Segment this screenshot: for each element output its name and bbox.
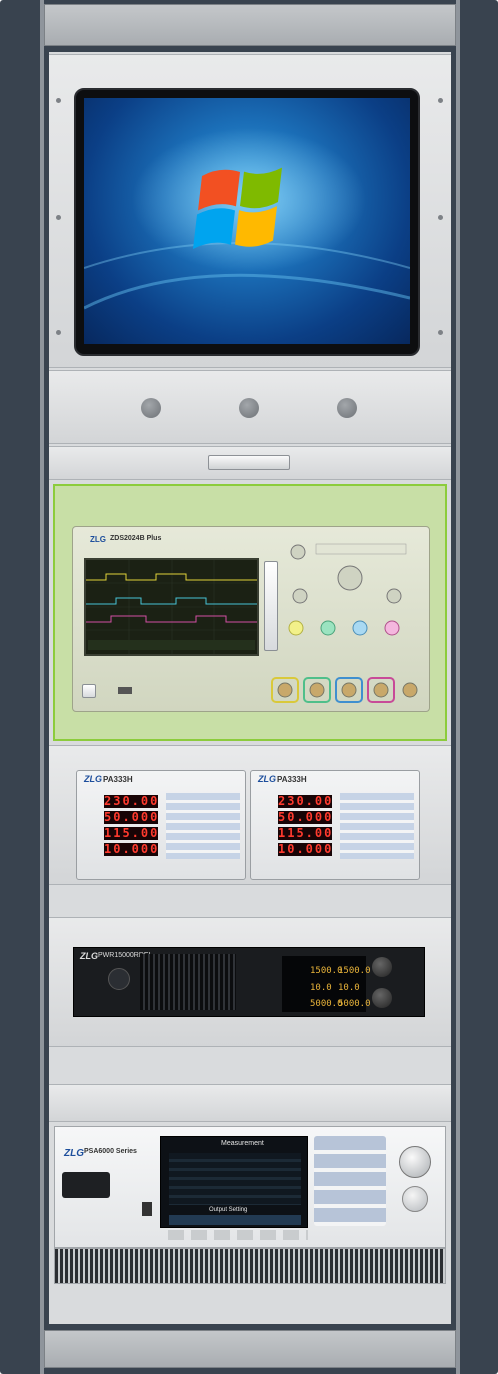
psa-screen-title: Measurement	[221, 1140, 264, 1147]
psa-vent	[54, 1248, 446, 1284]
power-button[interactable]	[82, 684, 96, 698]
pa1-reading: 230.00	[104, 794, 160, 808]
dc-load-display: 1500.0 1500.0 10.0 10.0 5000.0 5000.0	[282, 956, 371, 1012]
knob-icon[interactable]	[239, 398, 259, 418]
dc-load-readout: 1500.0	[338, 966, 371, 976]
pa1-model: PA333H	[103, 775, 133, 784]
knob-icon[interactable]	[337, 398, 357, 418]
power-switch[interactable]	[108, 968, 130, 990]
blank-panel	[49, 1084, 451, 1122]
pa2-reading: 230.00	[278, 794, 334, 808]
dial-icon[interactable]	[372, 957, 392, 977]
psa-keypad[interactable]	[314, 1136, 386, 1226]
psa-brand: ZLG	[64, 1148, 84, 1159]
usb-port-icon	[118, 687, 132, 694]
psa-softkeys[interactable]	[168, 1230, 308, 1240]
dc-load-readout: 10.0	[310, 983, 332, 993]
power-inlet-icon[interactable]	[62, 1172, 110, 1198]
pa1-reading: 50.000	[104, 810, 160, 824]
screw-icon	[56, 330, 61, 335]
pa1-keypad[interactable]	[166, 793, 240, 859]
scope-screen	[84, 558, 259, 656]
monitor-screen[interactable]	[84, 98, 410, 344]
psa-model: PSA6000 Series	[84, 1148, 137, 1155]
knob-icon[interactable]	[141, 398, 161, 418]
scope-knobs-icon	[288, 543, 407, 636]
left-rail	[40, 0, 44, 1374]
pa2-model: PA333H	[277, 775, 307, 784]
dc-load-brand: ZLG	[80, 951, 98, 961]
pa1-brand: ZLG	[84, 774, 102, 784]
scope-brand: ZLG	[90, 535, 106, 544]
psa-bottom-title: Output Setting	[209, 1207, 248, 1213]
screw-icon	[56, 98, 61, 103]
pa2-reading: 10.000	[278, 842, 334, 856]
bottom-blank-panel	[44, 1330, 456, 1368]
screw-icon	[438, 330, 443, 335]
arrow-pad-icon[interactable]	[402, 1186, 428, 1212]
dc-load-readout: 10.0	[338, 983, 360, 993]
screw-icon	[438, 98, 443, 103]
scope-model: ZDS2024B Plus	[110, 535, 162, 542]
dc-load-vent	[140, 954, 236, 1010]
right-rail	[456, 0, 460, 1374]
waveform-icon	[86, 560, 257, 654]
screw-icon	[56, 215, 61, 220]
usb-port-icon	[142, 1202, 152, 1216]
pa2-reading: 50.000	[278, 810, 334, 824]
windows-logo-icon	[84, 128, 410, 310]
drawer-handle[interactable]	[208, 455, 290, 470]
rotary-encoder-icon[interactable]	[399, 1146, 431, 1178]
bnc-connector-icon	[271, 677, 418, 703]
pa1-reading: 115.00	[104, 826, 160, 840]
pa1-reading: 10.000	[104, 842, 160, 856]
psa-display: Measurement Output Setting	[160, 1136, 308, 1228]
psa-softkey-bar	[169, 1215, 301, 1225]
pa2-reading: 115.00	[278, 826, 334, 840]
dc-load-readout: 5000.0	[338, 999, 371, 1009]
pa2-keypad[interactable]	[340, 793, 414, 859]
softkey-column[interactable]	[264, 561, 278, 651]
psa-measure-table	[169, 1153, 301, 1205]
screw-icon	[438, 215, 443, 220]
pa2-brand: ZLG	[258, 774, 276, 784]
scope-controls	[286, 540, 421, 660]
scope-channel-inputs	[270, 676, 420, 704]
top-blank-panel	[44, 4, 456, 46]
dial-icon[interactable]	[372, 988, 392, 1008]
